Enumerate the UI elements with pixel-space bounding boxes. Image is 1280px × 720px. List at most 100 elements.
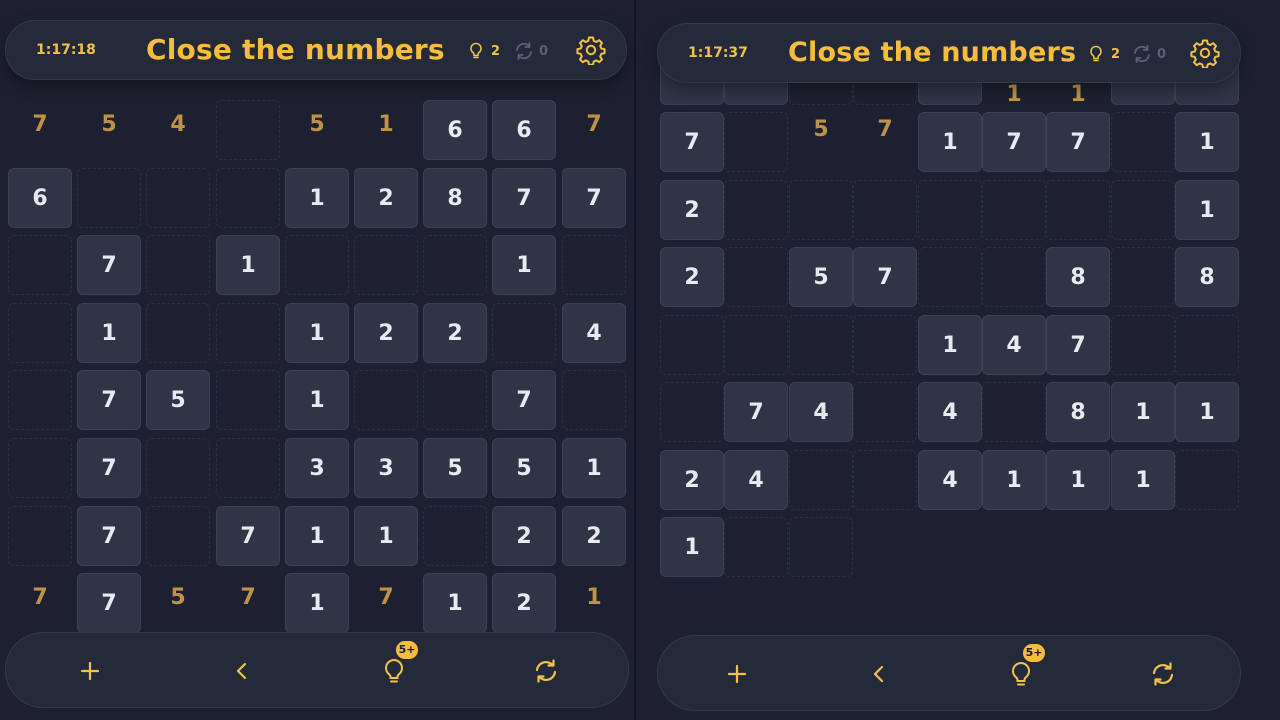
number-cell[interactable]: 8: [423, 168, 487, 228]
settings-button[interactable]: [1190, 38, 1220, 69]
bulb-icon: [470, 42, 482, 59]
bulb-icon: [385, 658, 403, 683]
empty-cell: [562, 235, 626, 295]
empty-cell: [354, 370, 418, 430]
number-cell[interactable]: 2: [660, 450, 724, 510]
number-cell[interactable]: 6: [423, 100, 487, 160]
number-cell[interactable]: 8: [1175, 247, 1239, 307]
header-bar: 1:17:37 Close the numbers 2 0: [657, 23, 1241, 83]
empty-cell: [146, 168, 210, 228]
number-cell[interactable]: 1: [285, 370, 349, 430]
number-cell[interactable]: 2: [423, 303, 487, 363]
back-icon: [236, 662, 247, 680]
number-cell[interactable]: 1: [1111, 450, 1175, 510]
add-numbers-button[interactable]: [66, 647, 114, 695]
empty-cell: [423, 370, 487, 430]
empty-cell: [724, 315, 788, 375]
number-cell[interactable]: 7: [492, 370, 556, 430]
number-cell[interactable]: 7: [77, 438, 141, 498]
number-cell[interactable]: 7: [562, 168, 626, 228]
number-cell[interactable]: 5: [146, 370, 210, 430]
number-cell[interactable]: 4: [789, 382, 853, 442]
undo-button[interactable]: [218, 647, 266, 695]
number-cell[interactable]: 1: [216, 235, 280, 295]
number-cell[interactable]: 7: [724, 382, 788, 442]
hint-counter: 2: [1088, 44, 1120, 64]
number-cell[interactable]: 1: [77, 303, 141, 363]
empty-cell: [1175, 450, 1239, 510]
number-cell[interactable]: 2: [492, 506, 556, 566]
number-cell[interactable]: 1: [354, 506, 418, 566]
number-cell[interactable]: 7: [853, 247, 917, 307]
hint-count: 2: [491, 43, 501, 59]
number-cell[interactable]: 5: [492, 438, 556, 498]
number-cell[interactable]: 8: [1046, 247, 1110, 307]
number-cell[interactable]: 1: [285, 506, 349, 566]
number-cell[interactable]: 1: [285, 303, 349, 363]
empty-cell: [982, 247, 1046, 307]
bulb-icon: [1090, 45, 1102, 62]
number-cell[interactable]: 1: [1175, 382, 1239, 442]
number-cell[interactable]: 2: [492, 573, 556, 633]
number-cell: 7: [877, 117, 893, 142]
settings-button[interactable]: [576, 35, 606, 66]
number-cell[interactable]: 4: [918, 450, 982, 510]
refresh-button[interactable]: [522, 647, 570, 695]
number-cell[interactable]: 6: [8, 168, 72, 228]
empty-cell: [982, 382, 1046, 442]
number-cell[interactable]: 1: [423, 573, 487, 633]
number-cell[interactable]: 1: [918, 315, 982, 375]
empty-cell: [789, 180, 853, 240]
number-cell[interactable]: 4: [562, 303, 626, 363]
number-cell[interactable]: 7: [1046, 315, 1110, 375]
number-cell[interactable]: 3: [354, 438, 418, 498]
number-cell[interactable]: 6: [492, 100, 556, 160]
number-cell[interactable]: 1: [285, 168, 349, 228]
empty-cell: [1111, 112, 1175, 172]
number-cell[interactable]: 2: [354, 303, 418, 363]
number-cell[interactable]: 7: [660, 112, 724, 172]
number-cell[interactable]: 1: [982, 450, 1046, 510]
number-cell[interactable]: 8: [1046, 382, 1110, 442]
number-cell[interactable]: 7: [77, 370, 141, 430]
number-cell[interactable]: 7: [982, 112, 1046, 172]
number-cell[interactable]: 1: [660, 517, 724, 577]
empty-cell: [1111, 247, 1175, 307]
empty-cell: [8, 370, 72, 430]
empty-cell: [918, 247, 982, 307]
number-cell[interactable]: 3: [285, 438, 349, 498]
hint-badge: 5+: [396, 641, 418, 659]
number-cell[interactable]: 1: [1175, 112, 1239, 172]
number-cell[interactable]: 1: [285, 573, 349, 633]
number-cell[interactable]: 1: [1046, 450, 1110, 510]
number-cell[interactable]: 1: [918, 112, 982, 172]
number-cell[interactable]: 2: [660, 180, 724, 240]
add-numbers-button[interactable]: [713, 650, 761, 698]
number-cell[interactable]: 7: [216, 506, 280, 566]
hint-button[interactable]: 5+: [997, 644, 1045, 698]
number-cell[interactable]: 7: [77, 235, 141, 295]
empty-cell: [77, 168, 141, 228]
number-cell[interactable]: 5: [789, 247, 853, 307]
number-cell[interactable]: 2: [660, 247, 724, 307]
number-cell[interactable]: 1: [562, 438, 626, 498]
number-cell[interactable]: 1: [1111, 382, 1175, 442]
number-cell[interactable]: 4: [724, 450, 788, 510]
undo-button[interactable]: [855, 650, 903, 698]
empty-cell: [1111, 315, 1175, 375]
number-cell[interactable]: 4: [918, 382, 982, 442]
hint-button[interactable]: 5+: [370, 641, 418, 695]
number-cell[interactable]: 1: [492, 235, 556, 295]
number-cell[interactable]: 2: [562, 506, 626, 566]
number-cell[interactable]: 7: [77, 506, 141, 566]
number-cell[interactable]: 7: [492, 168, 556, 228]
number-cell[interactable]: 4: [982, 315, 1046, 375]
number-cell[interactable]: 7: [1046, 112, 1110, 172]
number-cell[interactable]: 1: [1175, 180, 1239, 240]
number-cell[interactable]: 5: [423, 438, 487, 498]
refresh-button[interactable]: [1139, 650, 1187, 698]
number-cell: 7: [32, 585, 48, 610]
number-cell[interactable]: 2: [354, 168, 418, 228]
number-cell[interactable]: 7: [77, 573, 141, 633]
number-cell: 7: [586, 112, 602, 137]
